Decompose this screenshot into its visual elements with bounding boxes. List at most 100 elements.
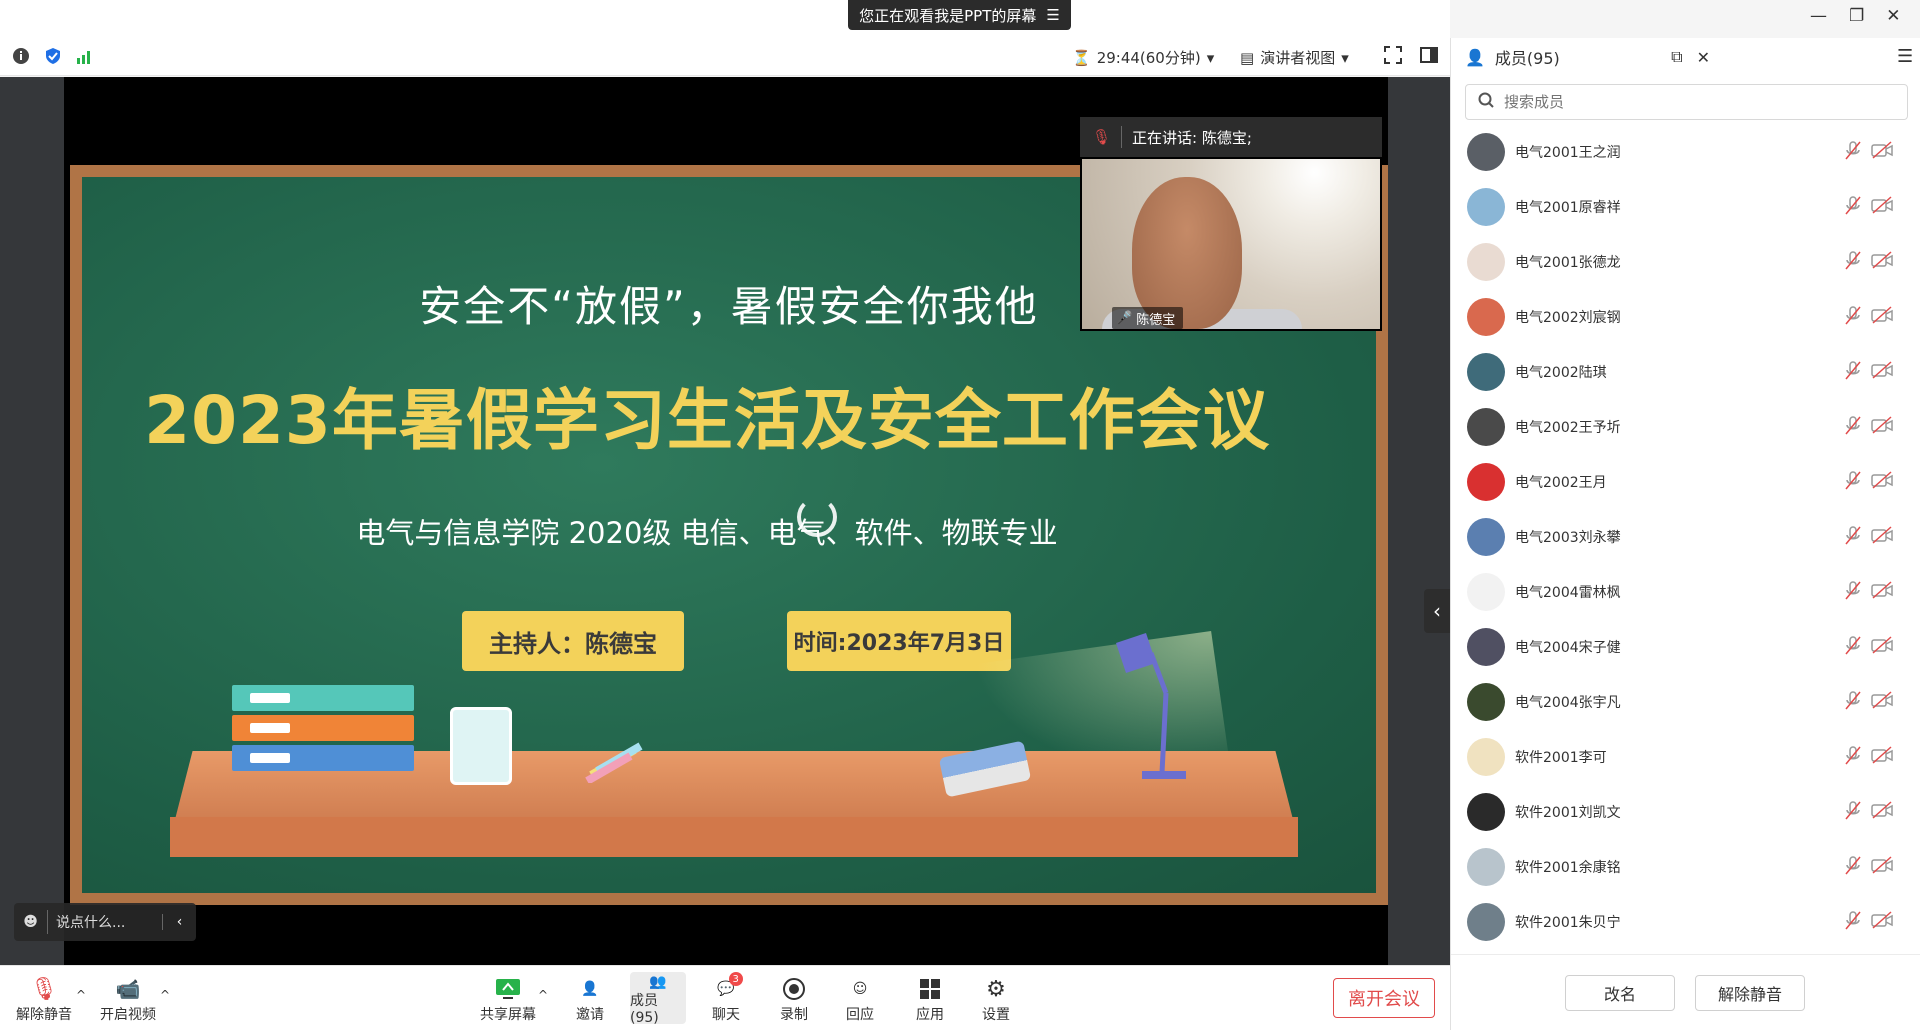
avatar xyxy=(1467,627,1505,666)
chevron-up-icon[interactable]: ^ xyxy=(160,988,170,1002)
unmute-label: 解除静音 xyxy=(16,1007,72,1023)
info-icon[interactable] xyxy=(12,47,30,69)
camera-off-icon[interactable] xyxy=(1871,471,1893,493)
mic-muted-icon[interactable] xyxy=(1845,306,1861,330)
mic-muted-icon[interactable] xyxy=(1845,801,1861,825)
camera-off-icon[interactable] xyxy=(1871,856,1893,878)
member-search[interactable] xyxy=(1465,84,1908,120)
mic-muted-icon[interactable] xyxy=(1845,416,1861,440)
record-button[interactable]: 录制 xyxy=(780,974,808,1024)
member-row[interactable]: 电气2002王予圻 xyxy=(1451,399,1920,454)
camera-off-icon[interactable] xyxy=(1871,306,1893,328)
member-row[interactable]: 电气2001张德龙 xyxy=(1451,234,1920,289)
minimize-button[interactable]: — xyxy=(1810,6,1827,26)
member-row[interactable]: 电气2001原睿祥 xyxy=(1451,179,1920,234)
camera-off-icon[interactable] xyxy=(1871,361,1893,383)
record-label: 录制 xyxy=(780,1007,808,1023)
emoji-icon[interactable]: ☻ xyxy=(14,910,48,934)
users-icon: 👤 xyxy=(1465,47,1485,67)
book xyxy=(232,685,414,711)
chat-button[interactable]: 💬 3 聊天 xyxy=(712,972,743,1024)
menu-icon[interactable]: ☰ xyxy=(1897,46,1913,67)
leave-meeting-button[interactable]: 离开会议 xyxy=(1333,978,1435,1018)
mic-muted-icon[interactable] xyxy=(1845,691,1861,715)
camera-off-icon[interactable] xyxy=(1871,746,1893,768)
start-video-button[interactable]: 📹 开启视频 xyxy=(100,974,156,1024)
invite-button[interactable]: 👤 邀请 xyxy=(576,974,604,1024)
mic-on-icon: 🎤 xyxy=(1116,310,1133,326)
member-row[interactable]: 电气2002陆琪 xyxy=(1451,344,1920,399)
mic-muted-icon[interactable] xyxy=(1845,196,1861,220)
close-icon[interactable]: ✕ xyxy=(1697,48,1710,67)
camera-off-icon[interactable] xyxy=(1871,416,1893,438)
camera-off-icon[interactable] xyxy=(1871,251,1893,273)
mic-muted-icon[interactable] xyxy=(1845,251,1861,275)
apps-button[interactable]: 应用 xyxy=(916,974,944,1024)
member-list[interactable]: 电气2001王之润 电气2001原睿祥 电气2001张德龙 电气2002刘宸钢 电气20… xyxy=(1451,124,1920,954)
member-row[interactable]: 软件2001朱贝宁 xyxy=(1451,894,1920,949)
members-button[interactable]: 👥 成员(95) xyxy=(630,972,686,1026)
quick-chat-box[interactable]: ☻ 说点什么... ‹ xyxy=(14,903,196,941)
member-row[interactable]: 电气2004宋子健 xyxy=(1451,619,1920,674)
camera-off-icon[interactable] xyxy=(1871,801,1893,823)
unmute-all-button[interactable]: 解除静音 xyxy=(1695,975,1805,1011)
settings-button[interactable]: ⚙ 设置 xyxy=(982,974,1010,1024)
camera-off-icon[interactable] xyxy=(1871,691,1893,713)
member-row[interactable]: 软件2001刘凯文 xyxy=(1451,784,1920,839)
fullscreen-icon[interactable] xyxy=(1384,46,1402,68)
share-banner[interactable]: 您正在观看我是PPT的屏幕 ☰ xyxy=(848,0,1071,30)
close-window-button[interactable]: ✕ xyxy=(1886,6,1900,26)
camera-off-icon[interactable] xyxy=(1871,581,1893,603)
unmute-button[interactable]: 🎙 解除静音 xyxy=(16,974,72,1024)
chat-placeholder[interactable]: 说点什么... xyxy=(48,912,162,932)
reaction-button[interactable]: ☺ 回应 xyxy=(846,974,874,1024)
speaker-header: 🎙 正在讲话: 陈德宝; xyxy=(1080,117,1382,157)
camera-off-icon[interactable] xyxy=(1871,911,1893,933)
view-mode-select[interactable]: ▤ 演讲者视图 ▾ xyxy=(1240,47,1349,68)
chevron-up-icon[interactable]: ^ xyxy=(76,988,86,1002)
meeting-timer[interactable]: ⏳ 29:44(60分钟) ▾ xyxy=(1072,47,1214,68)
chevron-left-icon[interactable]: ‹ xyxy=(162,914,196,930)
speaker-video-window[interactable]: 🎙 正在讲话: 陈德宝; 🎤 陈德宝 xyxy=(1080,117,1382,331)
member-row[interactable]: 电气2002刘宸钢 xyxy=(1451,289,1920,344)
chevron-up-icon[interactable]: ^ xyxy=(538,988,548,1002)
users-icon: 👥 xyxy=(649,974,667,990)
desk-lamp-illustration xyxy=(1116,633,1186,779)
mic-muted-icon[interactable] xyxy=(1845,746,1861,770)
rename-button[interactable]: 改名 xyxy=(1565,975,1675,1011)
chevron-down-icon: ▾ xyxy=(1341,48,1349,67)
camera-off-icon[interactable] xyxy=(1871,141,1893,163)
share-screen-button[interactable]: 共享屏幕 xyxy=(480,974,536,1024)
camera-off-icon[interactable] xyxy=(1871,196,1893,218)
apps-label: 应用 xyxy=(916,1007,944,1023)
list-icon[interactable]: ☰ xyxy=(1046,6,1059,24)
mic-muted-icon[interactable] xyxy=(1845,636,1861,660)
mic-muted-icon[interactable] xyxy=(1845,361,1861,385)
member-row[interactable]: 软件2001李可 xyxy=(1451,729,1920,784)
member-row[interactable]: 电气2004雷林枫 xyxy=(1451,564,1920,619)
member-search-input[interactable] xyxy=(1504,93,1884,111)
mic-muted-icon[interactable] xyxy=(1845,856,1861,880)
member-row[interactable]: 电气2001王之润 xyxy=(1451,124,1920,179)
shield-icon[interactable] xyxy=(44,47,62,69)
mic-muted-icon[interactable] xyxy=(1845,526,1861,550)
slide-department: 电气与信息学院 2020级 电信、电气、软件、物联专业 xyxy=(356,516,1058,550)
collapse-panel-button[interactable]: ‹ xyxy=(1424,589,1450,633)
member-row[interactable]: 电气2004张宇凡 xyxy=(1451,674,1920,729)
mic-muted-icon[interactable] xyxy=(1845,471,1861,495)
add-user-icon: 👤 xyxy=(581,981,599,997)
avatar xyxy=(1467,737,1505,776)
camera-off-icon[interactable] xyxy=(1871,526,1893,548)
signal-icon[interactable] xyxy=(76,47,94,69)
member-row[interactable]: 电气2003刘永攀 xyxy=(1451,509,1920,564)
mic-muted-icon[interactable] xyxy=(1845,141,1861,165)
camera-off-icon: 📹 xyxy=(115,977,141,1001)
maximize-button[interactable]: ❐ xyxy=(1849,6,1864,26)
member-row[interactable]: 电气2002王月 xyxy=(1451,454,1920,509)
camera-off-icon[interactable] xyxy=(1871,636,1893,658)
sidebar-toggle-icon[interactable] xyxy=(1420,46,1438,68)
mic-muted-icon[interactable] xyxy=(1845,911,1861,935)
member-row[interactable]: 软件2001余康铭 xyxy=(1451,839,1920,894)
mic-muted-icon[interactable] xyxy=(1845,581,1861,605)
popout-icon[interactable]: ⧉ xyxy=(1671,47,1682,67)
